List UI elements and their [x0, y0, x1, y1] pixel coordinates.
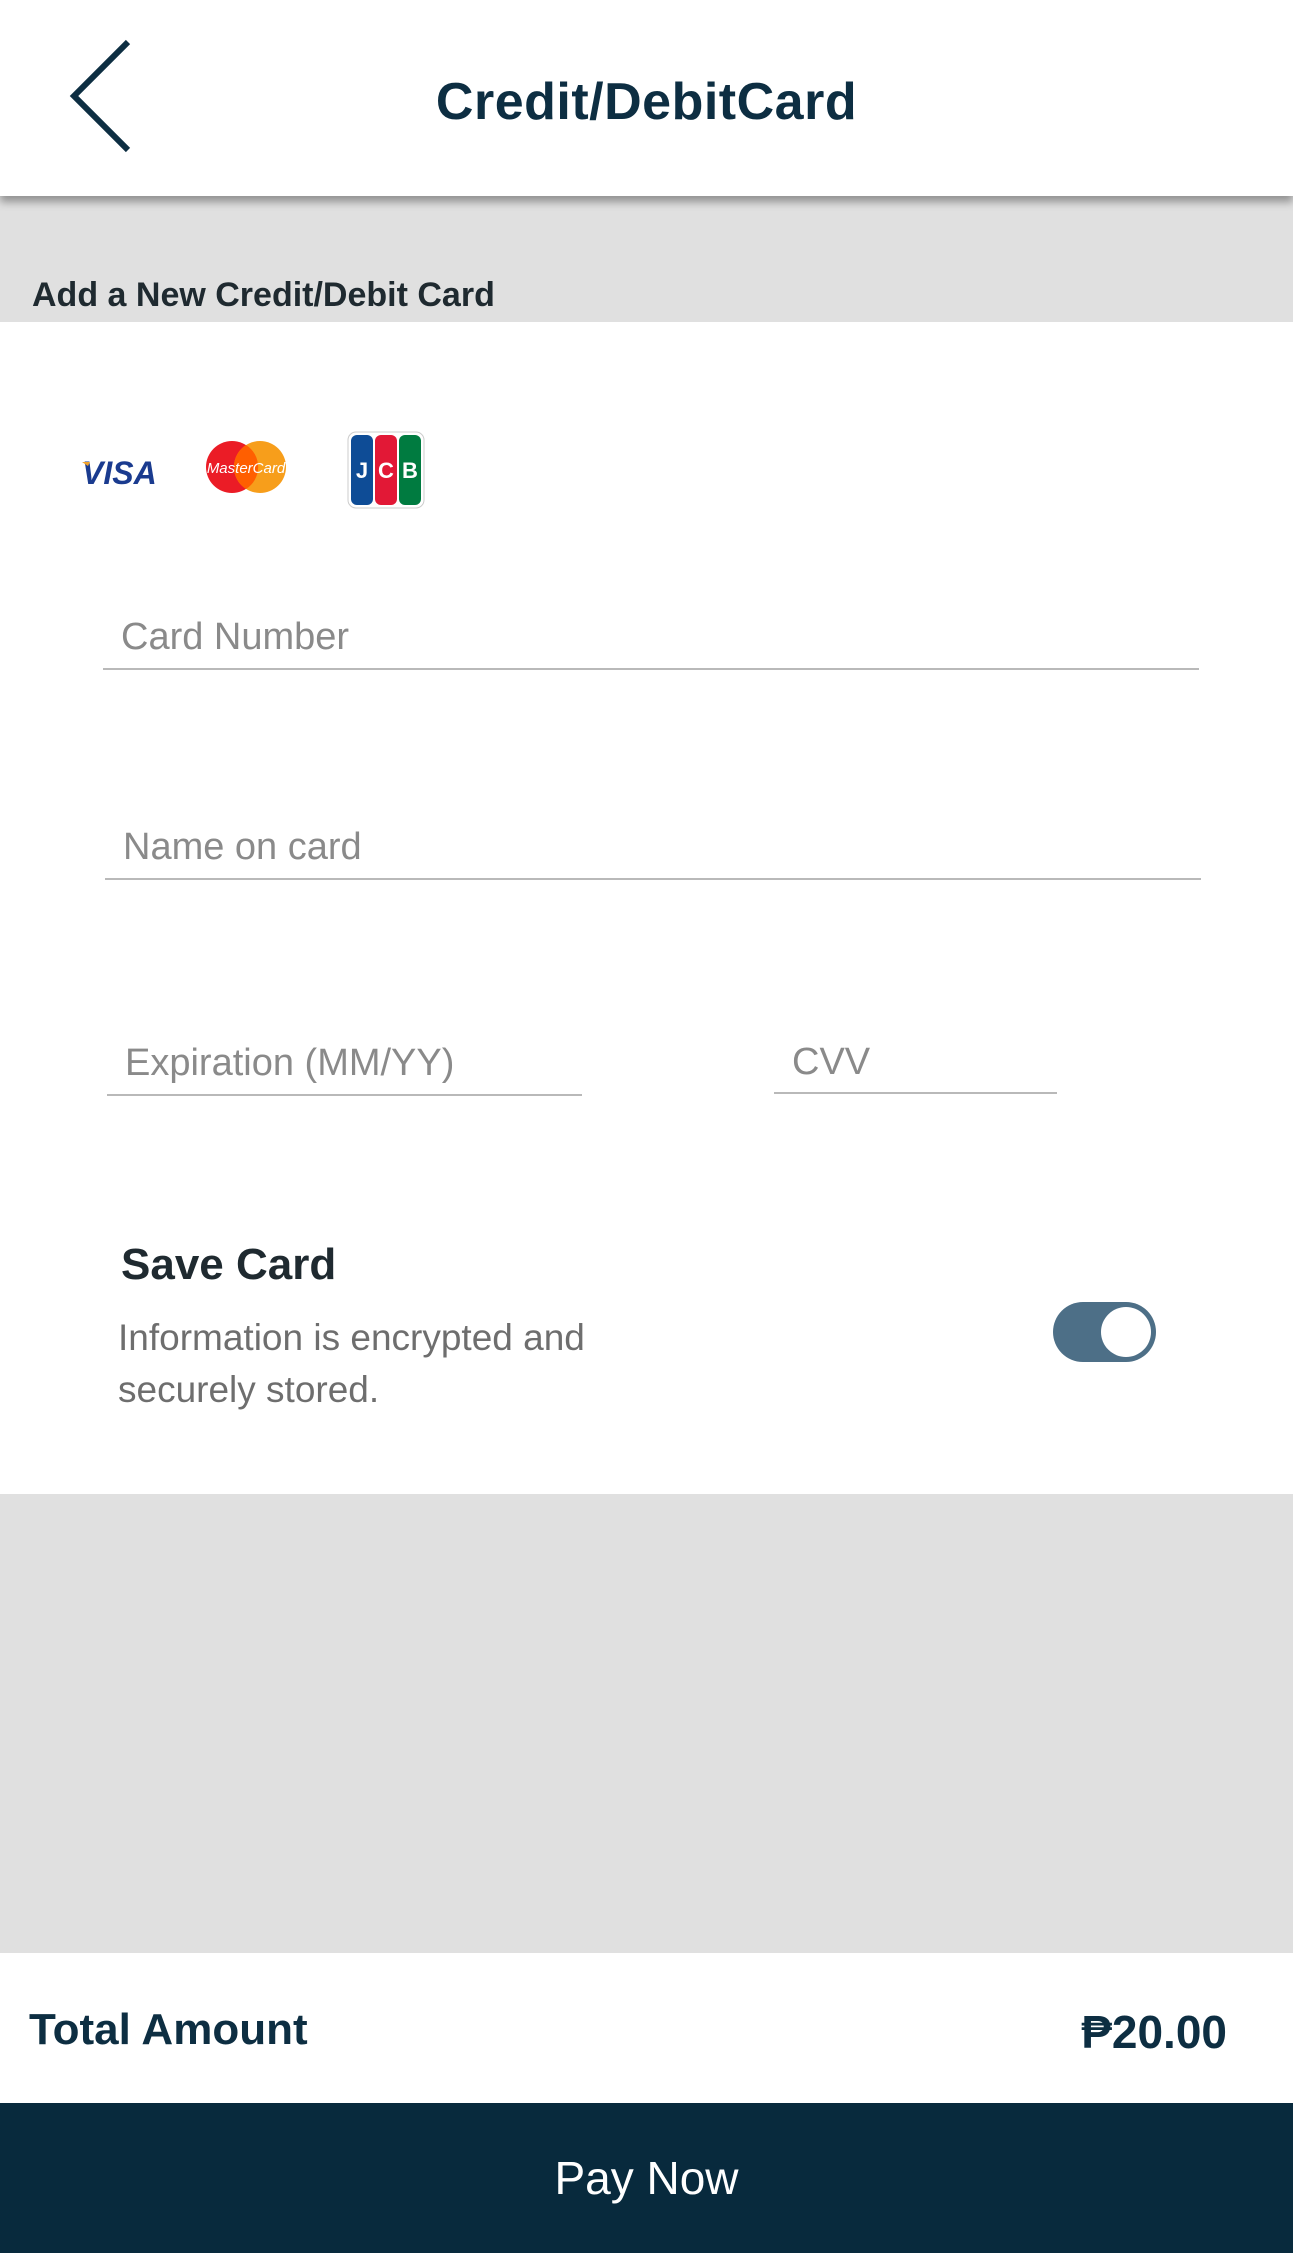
svg-text:VISA: VISA	[82, 455, 157, 491]
total-bar: Total Amount ₱20.00	[0, 1953, 1293, 2103]
pay-now-button[interactable]: Pay Now	[0, 2103, 1293, 2253]
header: Credit/DebitCard	[0, 0, 1293, 196]
save-card-toggle[interactable]	[1053, 1302, 1156, 1362]
svg-text:B: B	[402, 458, 418, 483]
expiration-field[interactable]	[107, 1016, 582, 1096]
visa-logo: VISA	[82, 455, 157, 491]
name-on-card-input[interactable]	[105, 800, 1201, 878]
save-card-title: Save Card	[121, 1240, 337, 1289]
card-number-field[interactable]	[103, 590, 1199, 670]
svg-text:C: C	[378, 458, 394, 483]
svg-text:MasterCard: MasterCard	[207, 460, 286, 477]
svg-text:J: J	[356, 458, 368, 483]
cvv-field[interactable]	[774, 1016, 1057, 1094]
toggle-knob	[1101, 1307, 1151, 1357]
total-amount: ₱20.00	[1081, 2006, 1227, 2058]
section-label: Add a New Credit/Debit Card	[32, 276, 495, 314]
page-title: Credit/DebitCard	[435, 73, 858, 131]
save-card-description: Information is encrypted and securely st…	[118, 1317, 585, 1410]
expiration-input[interactable]	[107, 1016, 582, 1094]
card-form: VISA MasterCard J C B Save Card Informat…	[0, 322, 1293, 1494]
cvv-input[interactable]	[774, 1016, 1057, 1092]
total-label: Total Amount	[29, 2005, 308, 2054]
card-number-input[interactable]	[103, 590, 1199, 668]
name-on-card-field[interactable]	[105, 800, 1201, 880]
jcb-logo: J C B	[347, 431, 425, 509]
mastercard-logo: MasterCard	[206, 441, 286, 493]
